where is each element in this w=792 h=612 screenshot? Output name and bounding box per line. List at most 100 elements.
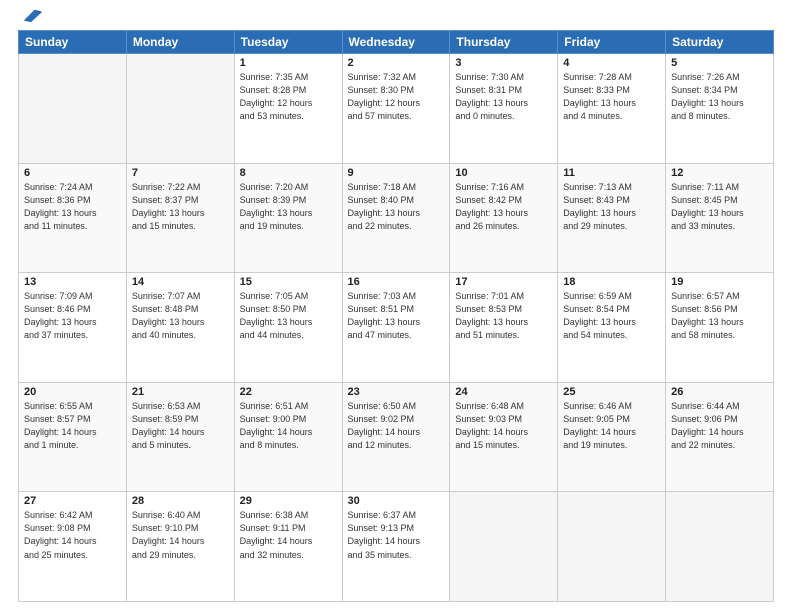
logo [18, 14, 42, 24]
day-number: 8 [240, 167, 337, 179]
day-number: 7 [132, 167, 229, 179]
day-number: 9 [348, 167, 445, 179]
day-number: 13 [24, 276, 121, 288]
day-info: Sunrise: 6:59 AM Sunset: 8:54 PM Dayligh… [563, 290, 660, 342]
weekday-header-saturday: Saturday [666, 31, 774, 54]
day-number: 19 [671, 276, 768, 288]
calendar-cell: 3Sunrise: 7:30 AM Sunset: 8:31 PM Daylig… [450, 54, 558, 164]
calendar-cell [558, 492, 666, 602]
week-row-5: 27Sunrise: 6:42 AM Sunset: 9:08 PM Dayli… [19, 492, 774, 602]
calendar-cell: 25 Sunrise: 6:46 AM Sunset: 9:05 PM Dayli… [558, 382, 666, 492]
calendar-cell: 21 Sunrise: 6:53 AM Sunset: 8:59 PM Dayli… [126, 382, 234, 492]
day-info: Sunrise: 6:40 AM Sunset: 9:10 PM Dayligh… [132, 509, 229, 561]
weekday-header-row: SundayMondayTuesdayWednesdayThursdayFrid… [19, 31, 774, 54]
day-info: Sunrise: 7:01 AM Sunset: 8:53 PM Dayligh… [455, 290, 552, 342]
week-row-3: 13 Sunrise: 7:09 AM Sunset: 8:46 PM Dayli… [19, 273, 774, 383]
day-number: 4 [563, 57, 660, 69]
calendar-cell: 26 Sunrise: 6:44 AM Sunset: 9:06 PM Dayli… [666, 382, 774, 492]
day-info: Sunrise: 7:32 AM Sunset: 8:30 PM Dayligh… [348, 71, 445, 123]
day-number: 10 [455, 167, 552, 179]
calendar-cell: 2 Sunrise: 7:32 AM Sunset: 8:30 PM Daylig… [342, 54, 450, 164]
day-number: 25 [563, 386, 660, 398]
calendar-cell [126, 54, 234, 164]
day-info: Sunrise: 6:51 AM Sunset: 9:00 PM Dayligh… [240, 400, 337, 452]
week-row-4: 20 Sunrise: 6:55 AM Sunset: 8:57 PM Dayli… [19, 382, 774, 492]
weekday-header-friday: Friday [558, 31, 666, 54]
day-number: 2 [348, 57, 445, 69]
logo-bird-icon [20, 6, 42, 28]
day-info: Sunrise: 7:26 AM Sunset: 8:34 PM Dayligh… [671, 71, 768, 123]
day-info: Sunrise: 7:18 AM Sunset: 8:40 PM Dayligh… [348, 181, 445, 233]
day-number: 6 [24, 167, 121, 179]
weekday-header-wednesday: Wednesday [342, 31, 450, 54]
day-info: Sunrise: 7:28 AM Sunset: 8:33 PM Dayligh… [563, 71, 660, 123]
day-info: Sunrise: 6:37 AM Sunset: 9:13 PM Dayligh… [348, 509, 445, 561]
calendar-cell: 30Sunrise: 6:37 AM Sunset: 9:13 PM Dayli… [342, 492, 450, 602]
weekday-header-thursday: Thursday [450, 31, 558, 54]
day-info: Sunrise: 7:05 AM Sunset: 8:50 PM Dayligh… [240, 290, 337, 342]
calendar-cell: 23 Sunrise: 6:50 AM Sunset: 9:02 PM Dayli… [342, 382, 450, 492]
day-info: Sunrise: 7:07 AM Sunset: 8:48 PM Dayligh… [132, 290, 229, 342]
day-info: Sunrise: 6:48 AM Sunset: 9:03 PM Dayligh… [455, 400, 552, 452]
day-number: 27 [24, 495, 121, 507]
calendar-cell: 27Sunrise: 6:42 AM Sunset: 9:08 PM Dayli… [19, 492, 127, 602]
day-info: Sunrise: 6:55 AM Sunset: 8:57 PM Dayligh… [24, 400, 121, 452]
calendar-cell: 28 Sunrise: 6:40 AM Sunset: 9:10 PM Dayli… [126, 492, 234, 602]
day-number: 12 [671, 167, 768, 179]
calendar-cell [666, 492, 774, 602]
page: SundayMondayTuesdayWednesdayThursdayFrid… [0, 0, 792, 612]
calendar-cell: 7Sunrise: 7:22 AM Sunset: 8:37 PM Daylig… [126, 163, 234, 273]
day-number: 20 [24, 386, 121, 398]
weekday-header-tuesday: Tuesday [234, 31, 342, 54]
day-number: 26 [671, 386, 768, 398]
day-number: 3 [455, 57, 552, 69]
day-number: 22 [240, 386, 337, 398]
calendar-cell: 13 Sunrise: 7:09 AM Sunset: 8:46 PM Dayli… [19, 273, 127, 383]
day-info: Sunrise: 6:50 AM Sunset: 9:02 PM Dayligh… [348, 400, 445, 452]
calendar-cell: 29 Sunrise: 6:38 AM Sunset: 9:11 PM Dayli… [234, 492, 342, 602]
calendar-cell: 17 Sunrise: 7:01 AM Sunset: 8:53 PM Dayli… [450, 273, 558, 383]
day-info: Sunrise: 7:09 AM Sunset: 8:46 PM Dayligh… [24, 290, 121, 342]
calendar-cell: 14 Sunrise: 7:07 AM Sunset: 8:48 PM Dayli… [126, 273, 234, 383]
calendar-cell: 16Sunrise: 7:03 AM Sunset: 8:51 PM Dayli… [342, 273, 450, 383]
day-info: Sunrise: 7:20 AM Sunset: 8:39 PM Dayligh… [240, 181, 337, 233]
header [18, 10, 774, 24]
calendar-cell: 10 Sunrise: 7:16 AM Sunset: 8:42 PM Dayli… [450, 163, 558, 273]
day-number: 28 [132, 495, 229, 507]
calendar-cell: 15 Sunrise: 7:05 AM Sunset: 8:50 PM Dayli… [234, 273, 342, 383]
day-number: 21 [132, 386, 229, 398]
day-info: Sunrise: 7:13 AM Sunset: 8:43 PM Dayligh… [563, 181, 660, 233]
day-number: 15 [240, 276, 337, 288]
day-info: Sunrise: 7:16 AM Sunset: 8:42 PM Dayligh… [455, 181, 552, 233]
day-info: Sunrise: 6:53 AM Sunset: 8:59 PM Dayligh… [132, 400, 229, 452]
weekday-header-sunday: Sunday [19, 31, 127, 54]
calendar-cell: 20 Sunrise: 6:55 AM Sunset: 8:57 PM Dayli… [19, 382, 127, 492]
calendar-cell: 12 Sunrise: 7:11 AM Sunset: 8:45 PM Dayli… [666, 163, 774, 273]
calendar-table: SundayMondayTuesdayWednesdayThursdayFrid… [18, 30, 774, 602]
day-info: Sunrise: 7:24 AM Sunset: 8:36 PM Dayligh… [24, 181, 121, 233]
calendar-cell: 5 Sunrise: 7:26 AM Sunset: 8:34 PM Daylig… [666, 54, 774, 164]
day-info: Sunrise: 6:44 AM Sunset: 9:06 PM Dayligh… [671, 400, 768, 452]
day-number: 11 [563, 167, 660, 179]
day-info: Sunrise: 6:46 AM Sunset: 9:05 PM Dayligh… [563, 400, 660, 452]
week-row-1: 1 Sunrise: 7:35 AM Sunset: 8:28 PM Daylig… [19, 54, 774, 164]
day-number: 17 [455, 276, 552, 288]
day-number: 14 [132, 276, 229, 288]
day-info: Sunrise: 6:57 AM Sunset: 8:56 PM Dayligh… [671, 290, 768, 342]
calendar-cell: 24 Sunrise: 6:48 AM Sunset: 9:03 PM Dayli… [450, 382, 558, 492]
day-number: 24 [455, 386, 552, 398]
day-info: Sunrise: 7:35 AM Sunset: 8:28 PM Dayligh… [240, 71, 337, 123]
day-info: Sunrise: 7:11 AM Sunset: 8:45 PM Dayligh… [671, 181, 768, 233]
calendar-cell [19, 54, 127, 164]
day-info: Sunrise: 6:38 AM Sunset: 9:11 PM Dayligh… [240, 509, 337, 561]
calendar-cell: 19 Sunrise: 6:57 AM Sunset: 8:56 PM Dayli… [666, 273, 774, 383]
calendar-cell: 6 Sunrise: 7:24 AM Sunset: 8:36 PM Daylig… [19, 163, 127, 273]
calendar-cell: 22 Sunrise: 6:51 AM Sunset: 9:00 PM Dayli… [234, 382, 342, 492]
calendar-cell [450, 492, 558, 602]
day-number: 29 [240, 495, 337, 507]
day-number: 5 [671, 57, 768, 69]
day-number: 1 [240, 57, 337, 69]
day-number: 23 [348, 386, 445, 398]
calendar-cell: 18Sunrise: 6:59 AM Sunset: 8:54 PM Dayli… [558, 273, 666, 383]
week-row-2: 6 Sunrise: 7:24 AM Sunset: 8:36 PM Daylig… [19, 163, 774, 273]
